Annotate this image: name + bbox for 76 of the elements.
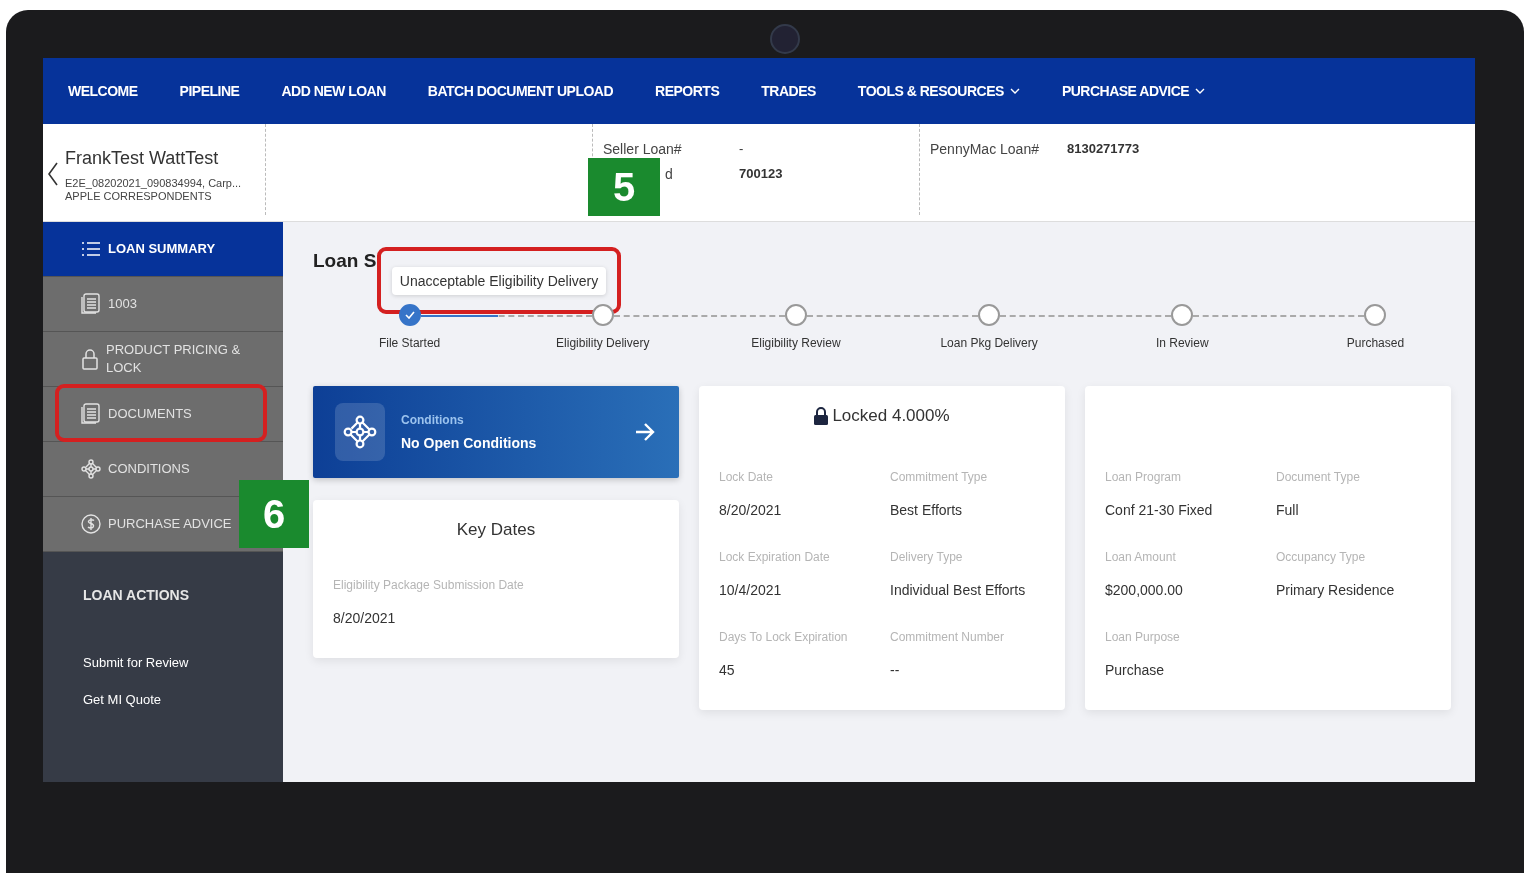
callout-tooltip: 5 xyxy=(588,158,660,216)
field-label: PennyMac Loan# xyxy=(930,141,1039,157)
step-label: File Started xyxy=(378,336,441,350)
field-value: 8/20/2021 xyxy=(719,502,783,518)
list-icon xyxy=(81,241,101,257)
tooltip: Unacceptable Eligibility Delivery xyxy=(391,266,607,295)
nav-link[interactable]: ADD NEW LOAN xyxy=(281,83,386,99)
dollar-icon xyxy=(81,514,101,534)
action-link[interactable]: Get MI Quote xyxy=(83,692,283,707)
field-value: - xyxy=(739,141,745,157)
nav-link[interactable]: REPORTS xyxy=(655,83,720,99)
lock-icon xyxy=(814,407,829,425)
field-value: Individual Best Efforts xyxy=(890,582,1027,598)
camera-icon xyxy=(770,24,800,54)
field-value: Purchase xyxy=(1105,662,1166,678)
step-label: Eligibility Delivery xyxy=(556,336,650,350)
loan-id-text: E2E_08202021_090834994, Carp... xyxy=(65,177,243,190)
field-label: Seller Loan# xyxy=(603,141,683,157)
field-label: Days To Lock Expiration xyxy=(719,630,849,644)
sidebar-item[interactable]: PRODUCT PRICING & LOCK xyxy=(43,332,283,387)
card-value: No Open Conditions xyxy=(401,435,538,451)
network-icon xyxy=(81,459,101,479)
check-icon xyxy=(404,311,415,319)
sidebar-item[interactable]: LOAN SUMMARY xyxy=(43,222,283,277)
nav-link[interactable]: PURCHASE ADVICE xyxy=(1061,83,1206,99)
sidebar-item[interactable]: 1003 xyxy=(43,277,283,332)
field-value: 700123 xyxy=(739,166,784,182)
nav-link[interactable]: TOOLS & RESOURCES xyxy=(857,83,1020,99)
field-label: Loan Program xyxy=(1105,470,1183,484)
field-value: 8130271773 xyxy=(1066,141,1140,156)
step-label: Loan Pkg Delivery xyxy=(940,336,1038,350)
sidebar-item[interactable]: CONDITIONS xyxy=(43,442,283,497)
field-label: Commitment Number xyxy=(890,630,1006,644)
document-icon xyxy=(81,293,101,315)
lock-status: Locked 4.000% xyxy=(832,406,950,426)
field-label: Document Type xyxy=(1276,470,1361,484)
field-value: Conf 21-30 Fixed xyxy=(1105,502,1214,518)
nav-link[interactable]: PIPELINE xyxy=(179,83,240,99)
conditions-card[interactable]: Conditions No Open Conditions xyxy=(313,386,679,478)
company-name: APPLE CORRESPONDENTS xyxy=(65,190,213,203)
step-label: Purchased xyxy=(1346,336,1405,350)
page-title: Loan S xyxy=(313,250,377,273)
field-value: Full xyxy=(1276,502,1300,518)
field-label: Lock Expiration Date xyxy=(719,550,831,564)
field-label: Occupancy Type xyxy=(1276,550,1367,564)
card-label: Conditions xyxy=(401,413,465,427)
field-value: -- xyxy=(890,662,901,678)
card-title: Key Dates xyxy=(455,520,537,540)
field-value: Primary Residence xyxy=(1276,582,1396,598)
field-value: Best Efforts xyxy=(890,502,964,518)
field-label: Commitment Type xyxy=(890,470,989,484)
field-value: 8/20/2021 xyxy=(333,610,397,626)
nav-link[interactable]: WELCOME xyxy=(68,83,138,99)
action-link[interactable]: Submit for Review xyxy=(83,655,283,670)
field-label: Lock Date xyxy=(719,470,775,484)
nav-link[interactable]: BATCH DOCUMENT UPLOAD xyxy=(427,83,614,99)
borrower-name: FrankTest WattTest xyxy=(65,148,220,169)
field-label: Eligibility Package Submission Date xyxy=(333,578,525,592)
lock-icon xyxy=(81,348,99,370)
field-label: d xyxy=(664,166,674,182)
field-value: $200,000.00 xyxy=(1105,582,1184,598)
step-label: In Review xyxy=(1155,336,1209,350)
field-label: Loan Purpose xyxy=(1105,630,1181,644)
field-label: Delivery Type xyxy=(890,550,964,564)
sidebar-item[interactable]: DOCUMENTS xyxy=(43,387,283,442)
callout-tooltip: 6 xyxy=(239,480,309,548)
nav-link[interactable]: TRADES xyxy=(761,83,816,99)
field-value: 10/4/2021 xyxy=(719,582,783,598)
back-chevron-icon[interactable] xyxy=(47,162,59,186)
section-heading: LOAN ACTIONS xyxy=(82,586,191,603)
field-label: Loan Amount xyxy=(1105,550,1177,564)
arrow-right-icon xyxy=(635,423,655,441)
document-icon xyxy=(81,403,101,425)
step-label: Eligibility Review xyxy=(751,336,841,350)
field-value: 45 xyxy=(719,662,736,678)
network-icon xyxy=(343,415,377,449)
